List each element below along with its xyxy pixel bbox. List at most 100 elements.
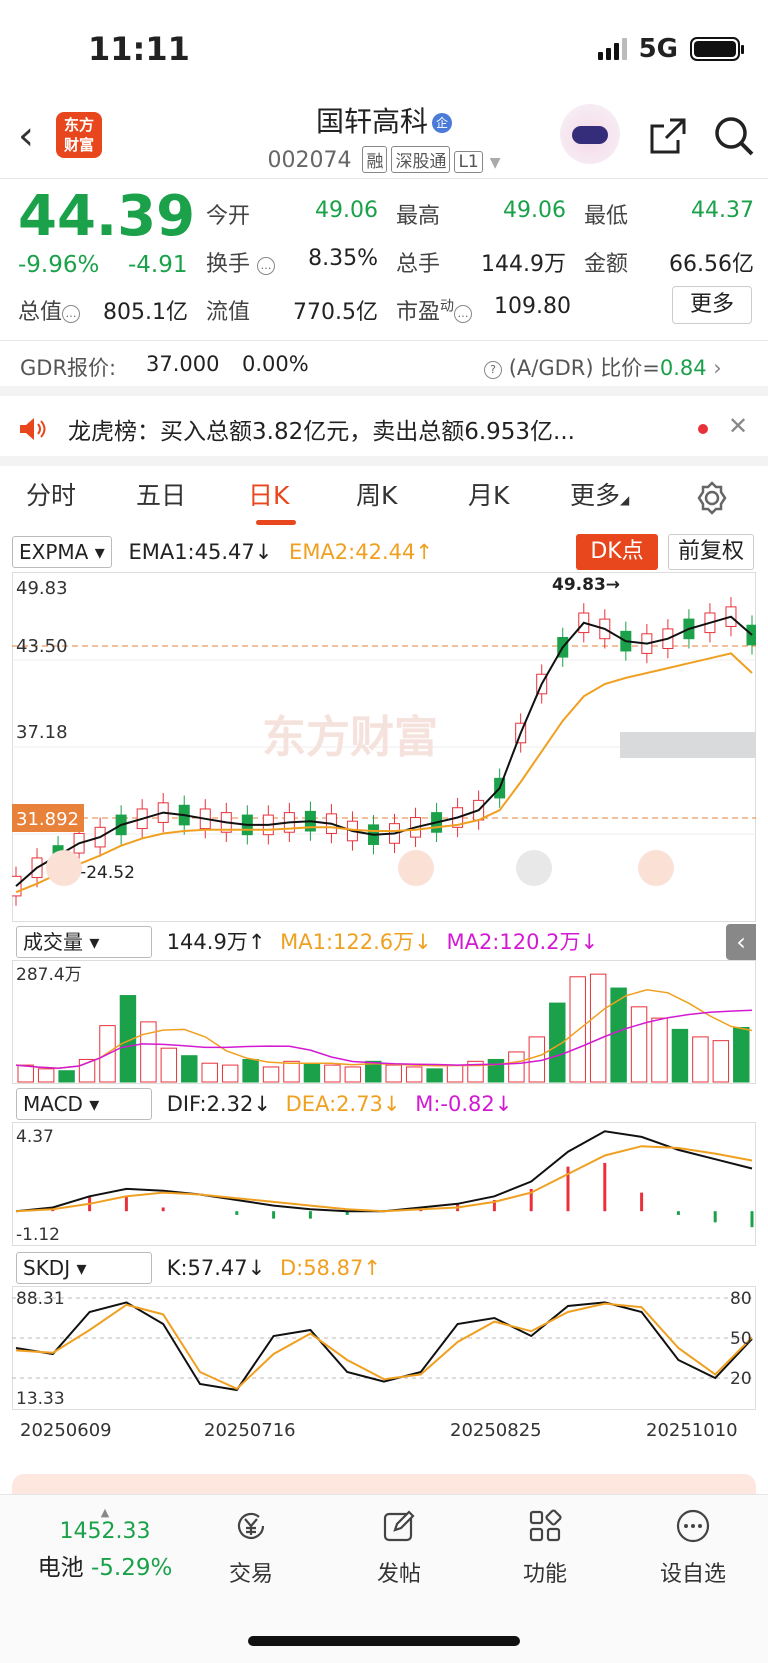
nav-post[interactable]: 发帖 xyxy=(344,1508,454,1588)
volume-max-label: 287.4万 xyxy=(16,965,82,985)
tab-monthly-k[interactable]: 月K xyxy=(468,476,509,512)
tab-five-day[interactable]: 五日 xyxy=(136,476,186,512)
index-name: 电池 xyxy=(37,1555,84,1581)
chevron-down-icon: ▼ xyxy=(489,155,501,171)
more-button[interactable]: 更多 xyxy=(672,286,752,324)
volume-bar xyxy=(242,1058,259,1083)
high-label: 最高 xyxy=(396,204,441,229)
volume-bar xyxy=(160,1047,178,1083)
nav-trade[interactable]: 交易 xyxy=(196,1508,306,1588)
skdj-80-label: 80 xyxy=(730,1289,752,1309)
volume-bar xyxy=(262,1066,280,1083)
settings-gear-icon[interactable] xyxy=(694,480,730,516)
base-price-label: 31.892 xyxy=(16,809,79,830)
scroll-right-icon[interactable] xyxy=(516,850,552,886)
float-value: 770.5亿 xyxy=(293,300,378,325)
date-label-4: 20251010 xyxy=(646,1420,738,1441)
skdj-header: SKDJ ▾ K:57.47↓ D:58.87↑ xyxy=(16,1252,381,1284)
indicator-select-expma[interactable]: EXPMA ▾ xyxy=(12,536,112,568)
volume-bar xyxy=(201,1062,218,1083)
dk-point-button[interactable]: DK点 xyxy=(576,534,658,570)
volume-bar xyxy=(17,1064,34,1083)
low-value: 44.37 xyxy=(691,198,754,223)
skdj-20-label: 20 xyxy=(730,1369,752,1389)
index-value: 1452.33 xyxy=(59,1519,151,1544)
network-type: 5G xyxy=(638,34,678,64)
scroll-left-fast-icon[interactable] xyxy=(46,850,82,886)
skdj-chart: 88.31 13.33 80 50 20 xyxy=(12,1286,756,1410)
indicator-select-macd[interactable]: MACD ▾ xyxy=(16,1088,152,1120)
volume-bar xyxy=(610,987,627,1083)
tag-connect: 深股通 xyxy=(391,146,451,173)
axis-mid-label: 43.50 xyxy=(16,636,68,657)
tab-daily-k[interactable]: 日K xyxy=(248,476,289,512)
volume-bar xyxy=(508,1051,525,1083)
info-icon: … xyxy=(62,305,81,323)
volume-bar xyxy=(221,1064,239,1083)
stock-name: 国轩高科 xyxy=(315,105,428,138)
volume-bar xyxy=(324,1064,341,1083)
volume-bar xyxy=(140,1021,157,1083)
tag-margin: 融 xyxy=(362,146,388,173)
share-icon[interactable] xyxy=(648,116,688,156)
volume-bar xyxy=(385,1064,402,1083)
gdr-pct: 0.00% xyxy=(242,352,309,376)
date-label-1: 20250609 xyxy=(20,1420,112,1441)
tab-more[interactable]: 更多◢ xyxy=(570,476,629,512)
tab-weekly-k[interactable]: 周K xyxy=(356,476,397,512)
open-label: 今开 xyxy=(206,204,251,229)
volume-bar xyxy=(487,1058,505,1083)
search-icon[interactable] xyxy=(712,114,756,158)
enterprise-badge: 企 xyxy=(432,113,452,133)
volume-bar xyxy=(569,976,586,1083)
gdr-label: GDR报价: xyxy=(20,356,117,380)
status-time: 11:11 xyxy=(88,30,190,68)
adjust-button[interactable]: 前复权 xyxy=(668,534,754,570)
macd-top-label: 4.37 xyxy=(16,1127,54,1147)
collapse-panel-icon[interactable]: ‹ xyxy=(726,924,756,960)
skdj-top-label: 88.31 xyxy=(16,1289,65,1309)
nav-watchlist[interactable]: 设自选 xyxy=(638,1508,748,1588)
open-value: 49.06 xyxy=(315,198,378,223)
volume-bar xyxy=(37,1068,55,1083)
nav-function[interactable]: 功能 xyxy=(490,1508,600,1588)
axis-top-label: 49.83 xyxy=(16,578,68,599)
period-tabs: 分时 五日 日K 周K 月K 更多◢ xyxy=(0,476,768,526)
close-icon[interactable]: ✕ xyxy=(728,412,748,440)
volume-bar xyxy=(712,1040,730,1083)
scroll-left-icon[interactable] xyxy=(398,850,434,886)
turnover-label: 换手 … xyxy=(206,246,276,278)
amount-label: 金额 xyxy=(584,252,629,277)
indicator-select-skdj[interactable]: SKDJ ▾ xyxy=(16,1252,152,1284)
gdr-price: 37.000 xyxy=(146,352,220,376)
axis-low-label: 37.18 xyxy=(16,722,68,743)
tab-intraday[interactable]: 分时 xyxy=(26,476,76,512)
yen-refresh-icon xyxy=(237,1512,265,1539)
pe-value: 109.80 xyxy=(494,294,571,319)
dragon-tiger-notice[interactable]: 龙虎榜：买入总额3.82亿元，卖出总额6.953亿... xyxy=(68,412,575,446)
macd-bottom-label: -1.12 xyxy=(16,1225,60,1245)
pe-label: 市盈动… xyxy=(396,294,473,326)
expand-icon[interactable] xyxy=(638,850,674,886)
turnover-value: 8.35% xyxy=(308,246,378,271)
home-indicator xyxy=(248,1636,520,1646)
edit-icon xyxy=(383,1510,415,1542)
info-icon: … xyxy=(454,305,473,323)
volume-bar xyxy=(181,1055,198,1083)
volume-bar xyxy=(405,1066,423,1083)
volume-bar xyxy=(446,1064,464,1083)
assistant-robot-icon[interactable] xyxy=(560,104,620,164)
candlestick-chart[interactable]: 东方财富 49.83 43.50 37.18 31.892 49.83→ ←24… xyxy=(12,572,756,922)
volume-bar xyxy=(671,1028,689,1083)
gdr-ratio[interactable]: ? (A/GDR) 比价=0.84 › xyxy=(484,352,722,382)
indicator-select-volume[interactable]: 成交量 ▾ xyxy=(16,926,152,958)
last-price: 44.39 xyxy=(18,184,196,249)
index-widget[interactable]: ▲ 1452.33 电池 -5.29% xyxy=(20,1506,190,1582)
battery-icon xyxy=(690,37,744,61)
macd-header: MACD ▾ DIF:2.32↓ DEA:2.73↓ M:-0.82↓ xyxy=(16,1088,512,1120)
amount-value: 66.56亿 xyxy=(669,252,754,277)
volume-bar xyxy=(651,1017,668,1083)
volume-value: 144.9万 xyxy=(481,252,566,277)
volume-bar xyxy=(58,1070,75,1083)
macd-chart: 4.37 -1.12 xyxy=(12,1122,756,1246)
